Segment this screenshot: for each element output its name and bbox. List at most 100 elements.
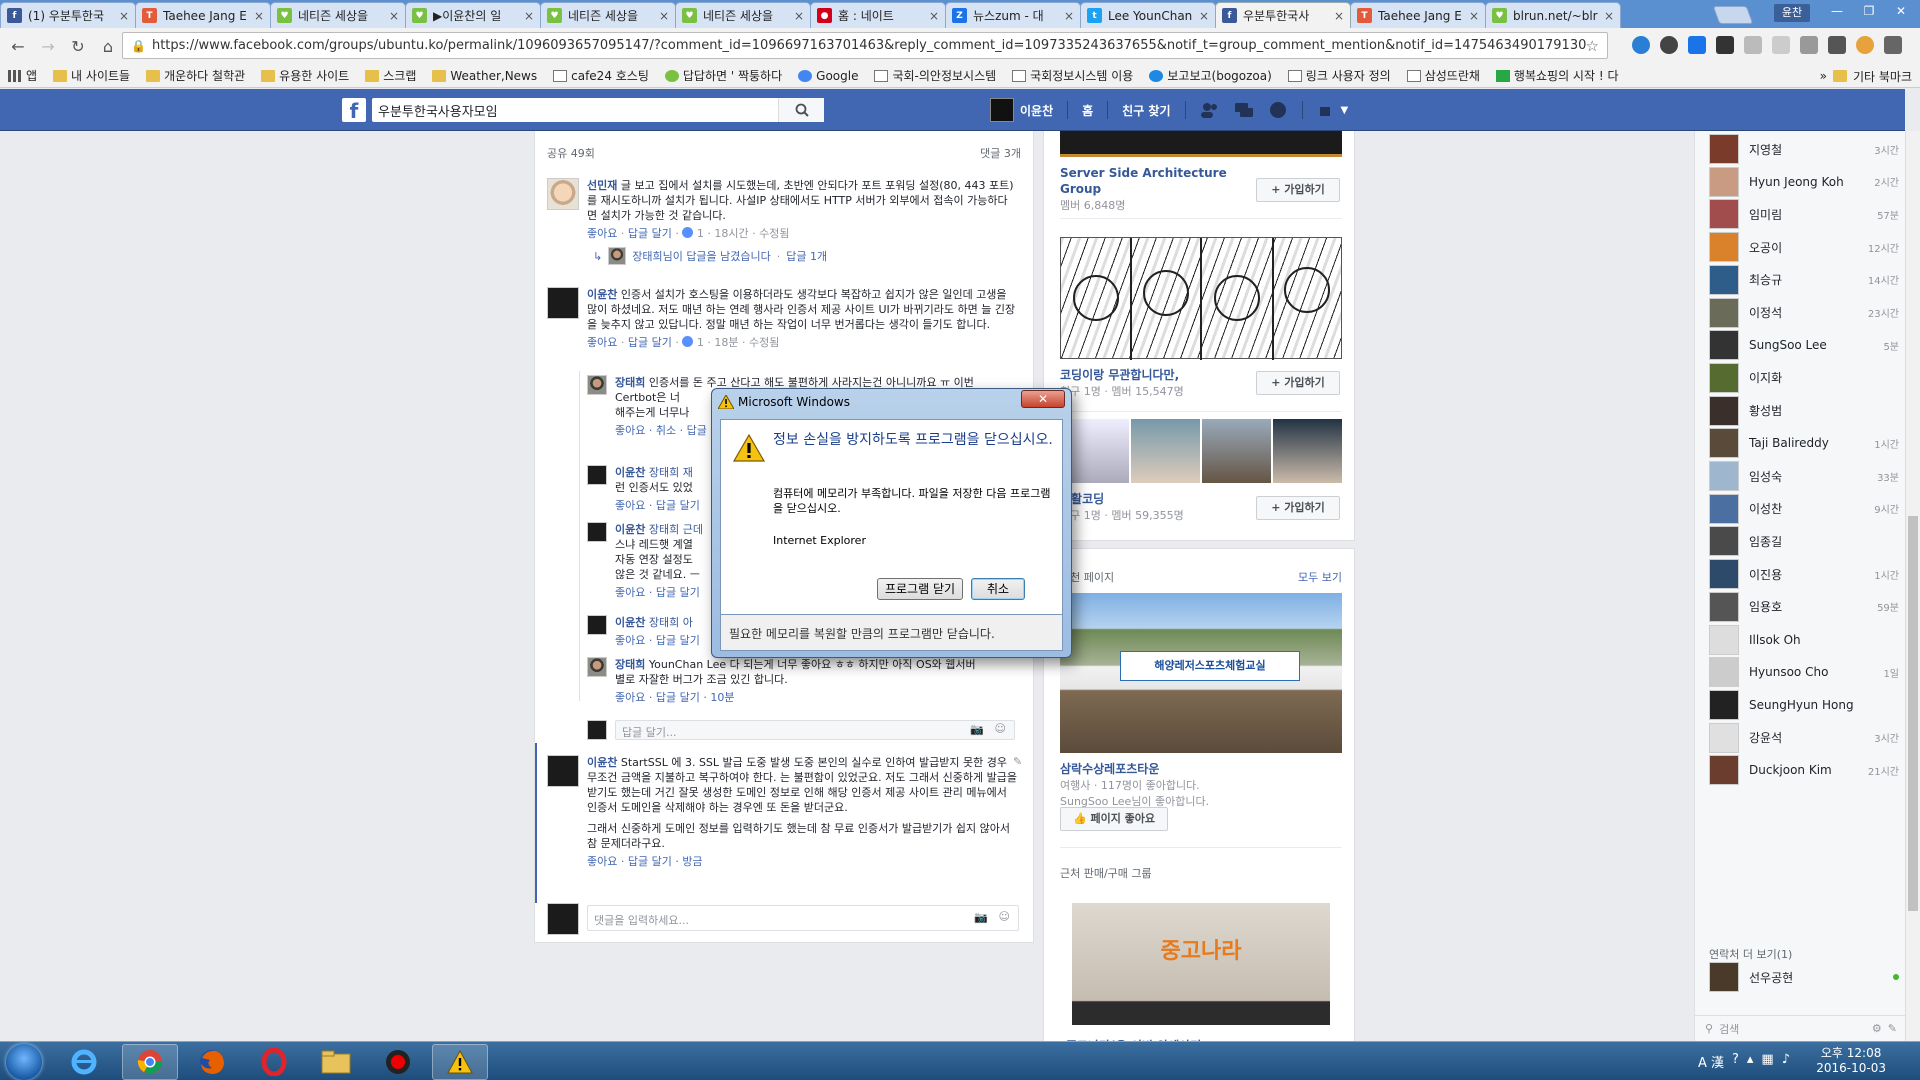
friend-item[interactable]: 이지화 <box>1709 362 1899 394</box>
browser-tab[interactable]: ♥ blrun.net/~blr × <box>1485 2 1621 28</box>
start-button[interactable] <box>6 1044 42 1080</box>
clock[interactable]: 오후 12:08 2016-10-03 <box>1816 1046 1886 1076</box>
reply-author[interactable]: 이윤찬 <box>615 523 645 536</box>
warning-dialog-task-icon[interactable] <box>432 1044 488 1080</box>
close-tab-icon[interactable]: × <box>119 9 129 23</box>
internet-explorer-icon[interactable] <box>56 1044 112 1080</box>
close-tab-icon[interactable]: × <box>254 9 264 23</box>
reply-link[interactable]: 답글 달기 <box>628 336 672 349</box>
cancel-button[interactable]: 취소 <box>971 578 1025 600</box>
group-name[interactable]: 생활코딩 <box>1060 491 1240 507</box>
bookmark-item[interactable]: 국회-의안정보시스템 <box>874 67 996 84</box>
bookmark-item[interactable]: 삼성뜨란채 <box>1406 67 1480 84</box>
browser-tab[interactable]: ♥ 네티즌 세상을 × <box>540 2 676 28</box>
join-group-button[interactable]: + 가입하기 <box>1256 371 1340 395</box>
join-group-button[interactable]: + 가입하기 <box>1256 178 1340 202</box>
bookmark-item[interactable]: 링크 사용자 정의 <box>1287 67 1391 84</box>
close-tab-icon[interactable]: × <box>1334 9 1344 23</box>
browser-tab[interactable]: Z 뉴스zum - 대 × <box>945 2 1081 28</box>
comment-author[interactable]: 이윤찬 <box>587 756 617 769</box>
firefox-icon[interactable] <box>184 1044 240 1080</box>
group-cover-image[interactable] <box>1060 237 1342 360</box>
avatar[interactable] <box>587 615 607 635</box>
browser-tab[interactable]: ● 홈 : 네이트 × <box>810 2 946 28</box>
browser-tab[interactable]: ♥ 네티즌 세상을 × <box>270 2 406 28</box>
profile-link[interactable]: 이윤찬 <box>1020 102 1053 119</box>
bookmark-item[interactable]: 행복쇼핑의 시작 ! 다 <box>1495 67 1619 84</box>
tray-arrow-icon[interactable]: ▴ <box>1747 1052 1754 1071</box>
reply-summary[interactable]: ↳ 장태희님이 답글을 남겼습니다 · 답글 1개 <box>593 247 827 265</box>
search-icon[interactable] <box>778 98 824 122</box>
help-icon[interactable]: ? <box>1732 1052 1739 1071</box>
bookmark-item[interactable]: cafe24 호스팅 <box>553 67 649 84</box>
friend-item[interactable]: Illsok Oh <box>1709 624 1899 656</box>
facebook-logo-icon[interactable]: f <box>342 98 366 123</box>
avatar[interactable] <box>587 522 607 542</box>
menu-icon[interactable]: ⋮ <box>1912 36 1920 55</box>
extension-icon[interactable] <box>1856 36 1874 54</box>
bookmarks-overflow[interactable]: » <box>1820 69 1827 83</box>
friend-item[interactable]: 임성숙 33분 <box>1709 460 1899 492</box>
find-friends-link[interactable]: 친구 찾기 <box>1122 102 1170 119</box>
friend-item[interactable]: 임미림 57분 <box>1709 198 1899 230</box>
address-bar[interactable]: 🔒 https://www.facebook.com/groups/ubuntu… <box>122 32 1608 59</box>
friend-item[interactable]: 이진용 1시간 <box>1709 558 1899 590</box>
home-link[interactable]: 홈 <box>1082 102 1093 119</box>
comment-time[interactable]: 18분 <box>714 336 738 349</box>
avatar[interactable] <box>587 657 607 677</box>
page-name[interactable]: 삼락수상레포츠타운 <box>1060 761 1342 777</box>
bookmark-star-icon[interactable]: ☆ <box>1586 37 1599 55</box>
like-count[interactable]: 1 <box>697 227 704 240</box>
comment-author[interactable]: 선민재 <box>587 179 617 192</box>
bookmark-item[interactable]: Weather,News <box>432 69 537 83</box>
comment-author[interactable]: 이윤찬 <box>587 288 617 301</box>
friend-item[interactable]: Taji Balireddy 1시간 <box>1709 427 1899 459</box>
forward-icon[interactable]: → <box>36 34 60 58</box>
edit-pencil-icon[interactable]: ✎ <box>1013 755 1022 768</box>
online-friend[interactable]: 선우공현 <box>1709 961 1899 993</box>
market-cover-image[interactable]: 중고나라 <box>1072 903 1330 1025</box>
network-icon[interactable]: ▦ <box>1761 1052 1773 1071</box>
reply-actions[interactable]: 좋아요 · 답글 달기 · 10분 <box>615 689 987 705</box>
chrome-icon[interactable] <box>122 1044 178 1080</box>
reply-actions[interactable]: 좋아요 · 답글 달기 <box>615 632 700 648</box>
close-tab-icon[interactable]: × <box>794 9 804 23</box>
extension-icon[interactable] <box>1716 36 1734 54</box>
bookmark-item[interactable]: 내 사이트들 <box>53 67 130 84</box>
close-tab-icon[interactable]: × <box>1604 9 1614 23</box>
browser-tab[interactable]: ♥ 네티즌 세상을 × <box>675 2 811 28</box>
reply-link[interactable]: 답글 달기 <box>628 227 672 240</box>
page-cover-image[interactable]: 해양레저스포츠체험교실 <box>1060 593 1342 753</box>
friend-requests-icon[interactable] <box>1200 101 1220 119</box>
avatar[interactable] <box>547 287 579 319</box>
reply-author[interactable]: 장태희 <box>615 658 645 671</box>
group-cover-image[interactable] <box>1060 131 1342 157</box>
file-explorer-icon[interactable] <box>308 1044 364 1080</box>
extension-icon[interactable] <box>1744 36 1762 54</box>
close-tab-icon[interactable]: × <box>1199 9 1209 23</box>
notifications-icon[interactable] <box>1268 101 1288 119</box>
group-name[interactable]: Server Side Architecture Group <box>1060 165 1240 197</box>
group-name[interactable]: 코딩이랑 무관합니다만, <box>1060 367 1240 383</box>
comment-time[interactable]: 18시간 <box>714 227 748 240</box>
like-link[interactable]: 좋아요 <box>587 336 617 349</box>
extension-icon[interactable] <box>1800 36 1818 54</box>
join-group-button[interactable]: + 가입하기 <box>1256 496 1340 520</box>
profile-button[interactable]: 윤찬 <box>1774 4 1810 22</box>
close-tab-icon[interactable]: × <box>389 9 399 23</box>
reply-author[interactable]: 이윤찬 <box>615 466 645 479</box>
camera-icon[interactable]: 📷 <box>970 723 984 736</box>
bookmark-item[interactable]: 보고보고(bogozoa) <box>1149 67 1272 84</box>
chat-search[interactable]: ⚲ 검색 ⚙ ✎ <box>1695 1015 1905 1041</box>
friend-item[interactable]: Hyunsoo Cho 1일 <box>1709 656 1899 688</box>
extension-icon[interactable] <box>1828 36 1846 54</box>
extension-icon[interactable] <box>1632 36 1650 54</box>
bookmark-item[interactable]: Google <box>798 69 858 83</box>
friend-item[interactable]: 최승규 14시간 <box>1709 264 1899 296</box>
bookmark-item[interactable]: 개운하다 철학관 <box>146 67 245 84</box>
other-bookmarks[interactable]: » 기타 북마크 <box>1811 64 1912 87</box>
browser-tab[interactable]: ♥ ▶이윤찬의 일 × <box>405 2 541 28</box>
close-tab-icon[interactable]: × <box>929 9 939 23</box>
emoji-icon[interactable]: ☺ <box>999 910 1010 923</box>
close-icon[interactable]: ✕ <box>1886 2 1916 20</box>
